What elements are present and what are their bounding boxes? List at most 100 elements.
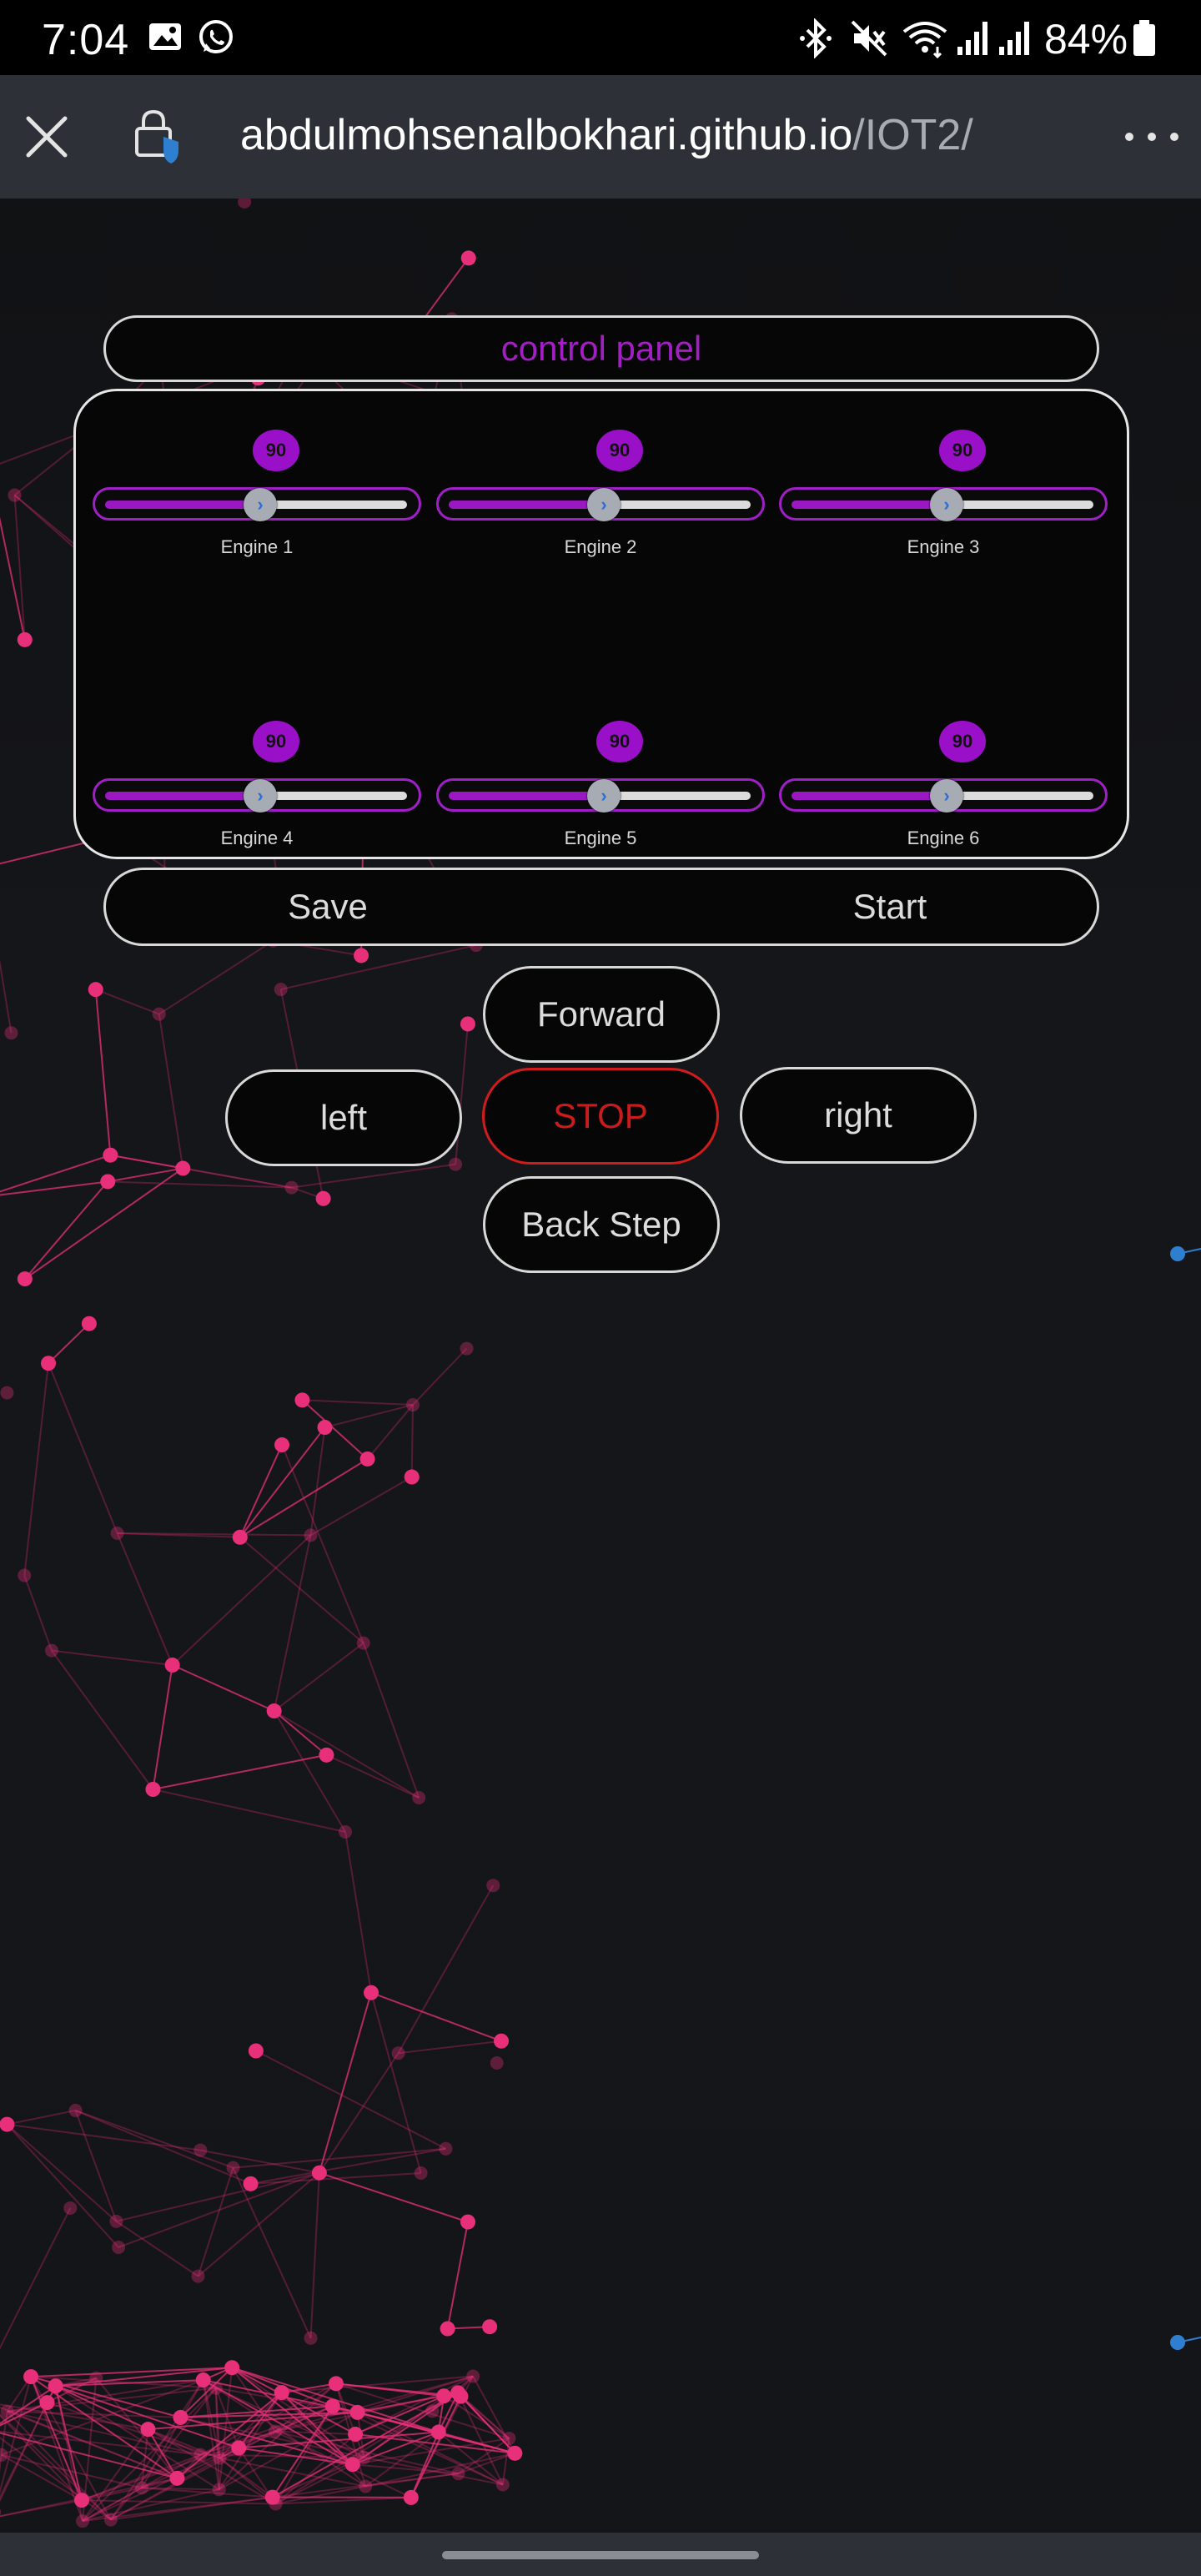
slider-fill [791,501,947,509]
engine-slider[interactable]: › [436,778,765,813]
network-link [197,2167,234,2277]
network-link [158,1014,184,1169]
signal-icon [956,18,992,63]
lock-icon[interactable] [132,107,182,165]
engine-label: Engine 2 [564,536,637,557]
network-link [7,2109,76,2126]
engine-slider-group: 90 › Engine 2 [436,408,765,558]
network-node [103,1147,118,1163]
right-button[interactable]: right [740,1067,977,1164]
network-node [494,2033,510,2049]
network-node [109,2214,123,2228]
left-button[interactable]: left [225,1069,462,1166]
engine-slider[interactable]: › [436,487,765,521]
network-link [48,1362,118,1534]
network-node [48,2378,63,2394]
network-link [318,1992,372,2173]
engine-slider-group: 90 › Engine 1 [93,408,421,558]
whatsapp-icon [197,18,235,61]
network-node [173,2409,188,2425]
network-node [0,2448,8,2462]
engine-slider[interactable]: › [779,778,1108,813]
slider-thumb[interactable]: › [930,779,963,813]
network-node [248,2043,264,2059]
image-icon [147,18,183,59]
network-link [0,2207,72,2350]
engine-slider[interactable]: › [93,487,421,521]
slider-fill [105,501,260,509]
network-node [89,2371,103,2385]
network-link [366,1404,414,1460]
network-node [164,1658,180,1673]
slider-thumb[interactable]: › [244,779,277,813]
engine-slider[interactable]: › [93,778,421,813]
back-step-button[interactable]: Back Step [483,1176,720,1273]
network-link [398,2040,502,2055]
network-node [405,1398,420,1412]
network-node [460,1016,475,1032]
network-link [412,1347,468,1406]
network-node [212,2483,226,2497]
slider-thumb[interactable]: › [244,488,277,521]
engine-label: Engine 1 [220,536,294,557]
network-node [486,1879,500,1893]
start-button[interactable]: Start [765,870,1015,943]
network-node [274,983,288,997]
url-text[interactable]: abdulmohsenalbokhari.github.io/IOT2/ [240,110,973,160]
network-node [0,1386,14,1400]
engine-value-badge: 90 [253,430,299,471]
network-link [0,1154,111,1193]
save-button[interactable]: Save [203,870,453,943]
network-node [195,2372,211,2388]
home-handle[interactable] [442,2551,759,2559]
mute-icon [849,18,889,63]
slider-fill [105,792,260,800]
network-node [152,1007,166,1021]
engine-slider[interactable]: › [779,487,1108,521]
stop-button[interactable]: STOP [482,1068,719,1165]
forward-button[interactable]: Forward [483,966,720,1063]
network-node [430,2424,446,2440]
network-node [191,2269,205,2283]
network-node [75,2514,89,2528]
network-link [148,2428,220,2459]
engine-label: Engine 3 [907,536,980,557]
network-node [414,2166,428,2181]
network-node [304,1528,318,1542]
network-node [311,2165,327,2181]
network-node [356,1636,370,1650]
network-node [453,2388,469,2404]
network-node [169,2470,185,2486]
network-node [110,1526,124,1540]
network-link [0,1180,108,1196]
control-panel-title: control panel [103,315,1099,382]
network-link [23,1575,53,1651]
network-link [455,1024,469,1165]
network-link [55,2385,148,2431]
slider-thumb[interactable]: › [930,488,963,521]
network-node [140,2422,156,2438]
network-node [193,2143,208,2157]
network-node [112,2240,126,2254]
network-node [63,2201,78,2215]
network-link [116,1532,173,1666]
more-icon[interactable] [1123,128,1181,145]
network-node [17,1271,33,1287]
network-link [319,2052,399,2174]
network-node [339,1825,353,1839]
network-link [232,2167,312,2339]
network-node [412,1791,426,1805]
network-link [446,2221,469,2329]
network-node [175,1160,191,1176]
slider-thumb[interactable]: › [587,488,621,521]
network-node [268,2424,282,2438]
engine-value-badge: 90 [596,430,643,471]
network-link [94,989,112,1155]
network-node [359,1451,375,1467]
network-link [51,1650,154,1790]
network-node [8,488,22,502]
close-icon[interactable] [18,108,75,165]
network-link [108,1167,183,1183]
network-link [274,1710,328,1756]
slider-thumb[interactable]: › [587,779,621,813]
